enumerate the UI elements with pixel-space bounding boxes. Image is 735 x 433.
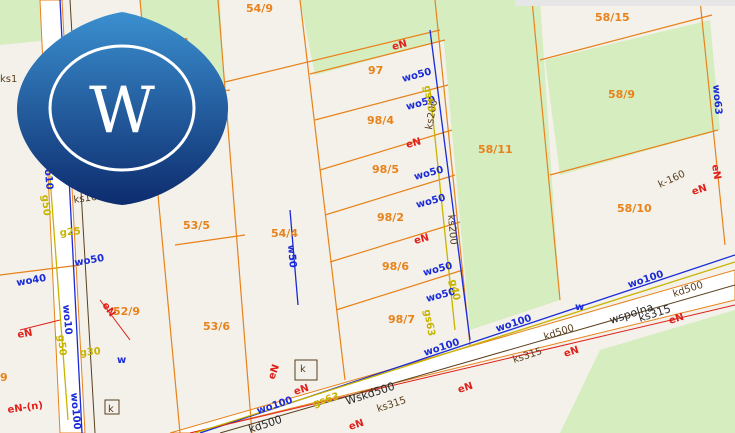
parcel-label: 98/7: [388, 313, 415, 326]
network-label: wo50: [401, 66, 433, 84]
top-strip: [515, 0, 735, 6]
parcel-label: 54/9: [246, 2, 273, 15]
network-label: g25: [59, 226, 81, 239]
parcel-label: 98/6: [382, 260, 409, 273]
network-label: k: [108, 404, 114, 415]
network-label: ks1: [0, 74, 17, 85]
network-label: eN: [457, 381, 475, 396]
network-label: wo50: [74, 253, 106, 269]
network-label: eN: [413, 232, 430, 247]
network-label: eN: [348, 418, 366, 433]
network-label: eN-(n): [7, 400, 44, 416]
parcel-label: 58/10: [617, 202, 652, 215]
utility-map: 54/9 53/4 58/15 97 58/9 98/4 58/11 98/5 …: [0, 0, 735, 433]
network-label: g50: [39, 194, 52, 216]
network-label: wo40: [16, 273, 48, 289]
parcel-label: 54/4: [271, 227, 298, 240]
network-label: eN: [266, 363, 282, 381]
logo-letter: W: [89, 74, 155, 148]
parcel-label: 97: [368, 64, 383, 77]
parcel-label: 98/2: [377, 211, 404, 224]
network-label: k-160: [657, 169, 687, 191]
network-label: eN: [709, 164, 722, 181]
network-label: wo100: [627, 269, 666, 291]
network-label: ks200: [445, 214, 459, 245]
network-label: eN: [17, 327, 34, 340]
parcel-label: 58/9: [608, 88, 635, 101]
network-label: eN: [691, 183, 709, 198]
network-label: w: [117, 355, 126, 366]
parcel-label: 98/5: [372, 163, 399, 176]
map-canvas[interactable]: 54/9 53/4 58/15 97 58/9 98/4 58/11 98/5 …: [0, 0, 735, 433]
network-label: eN: [563, 345, 581, 360]
network-label: ks315: [376, 395, 408, 415]
network-label: w50: [285, 244, 298, 268]
network-label: gs63: [421, 309, 437, 338]
parcel-label: 53/5: [183, 219, 210, 232]
manhole-box: [294, 359, 318, 381]
network-label: eN: [405, 136, 422, 151]
parcel-label: 9: [0, 371, 8, 384]
network-label: w: [575, 302, 584, 313]
network-label: g30: [79, 346, 101, 359]
parcel-label: 58/15: [595, 11, 630, 24]
parcel-label: 98/4: [367, 114, 394, 127]
network-label: g50: [55, 334, 68, 356]
network-label: k: [300, 364, 306, 375]
parcel-label: 53/6: [203, 320, 230, 333]
parcel-label: 58/11: [478, 143, 513, 156]
